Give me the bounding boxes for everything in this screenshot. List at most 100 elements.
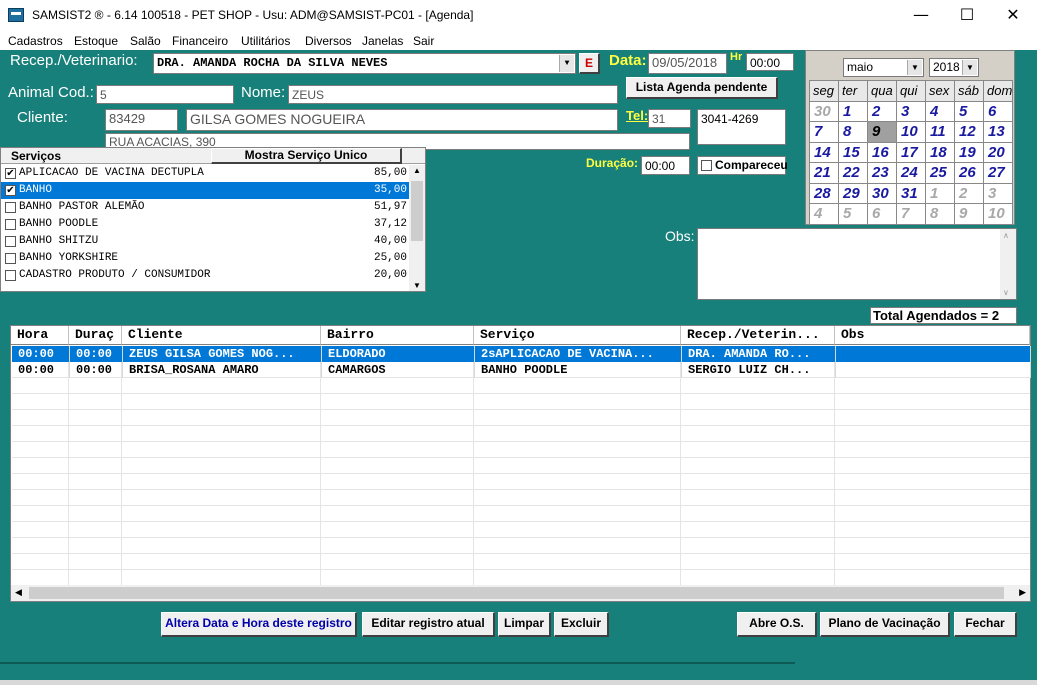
checkbox-icon[interactable] xyxy=(5,219,16,230)
checkbox-icon[interactable] xyxy=(5,270,16,281)
animal-code-field[interactable]: 5 xyxy=(96,85,234,104)
menu-utilitarios[interactable]: Utilitários xyxy=(241,34,290,48)
checkbox-icon[interactable] xyxy=(5,202,16,213)
plano-vacinacao-button[interactable]: Plano de Vacinação xyxy=(820,612,950,637)
minimize-button[interactable]: — xyxy=(898,0,944,31)
calendar-day[interactable]: 29 xyxy=(839,183,868,204)
duracao-field[interactable]: 00:00 xyxy=(641,156,690,175)
service-item[interactable]: BANHO PASTOR ALEMÃO 51,97 xyxy=(1,199,409,216)
col-header-obs[interactable]: Obs xyxy=(835,326,1030,345)
excluir-button[interactable]: Excluir xyxy=(554,612,609,637)
calendar-day[interactable]: 4 xyxy=(926,101,955,122)
menu-financeiro[interactable]: Financeiro xyxy=(172,34,228,48)
calendar-day[interactable]: 24 xyxy=(897,163,926,184)
menu-estoque[interactable]: Estoque xyxy=(74,34,118,48)
calendar-day[interactable]: 30 xyxy=(810,101,839,122)
calendar-day[interactable]: 2 xyxy=(955,183,984,204)
calendar-day[interactable]: 25 xyxy=(926,163,955,184)
calendar-day[interactable]: 23 xyxy=(868,163,897,184)
editar-registro-button[interactable]: Editar registro atual xyxy=(362,612,495,637)
obs-scrollbar[interactable]: ∧ ∨ xyxy=(1000,229,1016,299)
altera-data-button[interactable]: Altera Data e Hora deste registro xyxy=(161,612,357,637)
abre-os-button[interactable]: Abre O.S. xyxy=(737,612,817,637)
data-field[interactable]: 09/05/2018 xyxy=(648,53,727,74)
checkbox-icon[interactable] xyxy=(5,253,16,264)
checkbox-icon[interactable] xyxy=(5,236,16,247)
scroll-thumb[interactable] xyxy=(411,181,423,241)
calendar-day[interactable]: 6 xyxy=(984,101,1013,122)
calendar-day[interactable]: 18 xyxy=(926,142,955,163)
calendar-day[interactable]: 12 xyxy=(955,122,984,143)
mostra-servico-button[interactable]: Mostra Serviço Unico xyxy=(211,148,402,164)
calendar-day[interactable]: 8 xyxy=(839,122,868,143)
scroll-up-icon[interactable]: ∧ xyxy=(1003,231,1009,240)
col-header-recep[interactable]: Recep./Veterin... xyxy=(681,326,835,345)
calendar-day[interactable]: 5 xyxy=(955,101,984,122)
calendar-day[interactable]: 11 xyxy=(926,122,955,143)
cliente-code-field[interactable]: 83429 xyxy=(105,109,178,131)
calendar-day[interactable]: 7 xyxy=(897,204,926,225)
table-row[interactable]: 00:00 00:00 BRISA_ROSANA AMARO CAMARGOS BANH… xyxy=(12,362,1031,378)
calendar-day[interactable]: 27 xyxy=(984,163,1013,184)
scroll-up-icon[interactable]: ▲ xyxy=(413,166,421,175)
chevron-down-icon[interactable]: ▼ xyxy=(907,60,922,75)
month-select[interactable]: maio ▼ xyxy=(843,58,924,77)
calendar-day[interactable]: 28 xyxy=(810,183,839,204)
calendar-day[interactable]: 7 xyxy=(810,122,839,143)
calendar-day[interactable]: 19 xyxy=(955,142,984,163)
calendar-day[interactable]: 2 xyxy=(868,101,897,122)
service-item[interactable]: ✔ APLICACAO DE VACINA DECTUPLA 85,00 xyxy=(1,165,409,182)
scroll-right-icon[interactable]: ▶ xyxy=(1019,587,1026,598)
cliente-name-field[interactable]: GILSA GOMES NOGUEIRA xyxy=(186,109,618,131)
checkbox-checked-icon[interactable]: ✔ xyxy=(5,168,16,179)
calendar-day[interactable]: 4 xyxy=(810,204,839,225)
calendar-day[interactable]: 1 xyxy=(839,101,868,122)
col-header-cliente[interactable]: Cliente xyxy=(122,326,321,345)
calendar-day[interactable]: 15 xyxy=(839,142,868,163)
col-header-bairro[interactable]: Bairro xyxy=(321,326,474,345)
calendar-day[interactable]: 3 xyxy=(897,101,926,122)
maximize-button[interactable]: ☐ xyxy=(944,0,990,31)
col-header-hora[interactable]: Hora xyxy=(11,326,69,345)
col-header-duracao[interactable]: Duraç xyxy=(69,326,122,345)
chevron-down-icon[interactable]: ▼ xyxy=(559,55,574,72)
e-button[interactable]: E xyxy=(579,53,600,74)
compareceu-checkbox[interactable] xyxy=(701,160,712,171)
calendar-day[interactable]: 26 xyxy=(955,163,984,184)
scroll-down-icon[interactable]: ▼ xyxy=(413,281,421,290)
calendar-day[interactable]: 5 xyxy=(839,204,868,225)
chevron-down-icon[interactable]: ▼ xyxy=(962,60,977,75)
scroll-down-icon[interactable]: ∨ xyxy=(1003,288,1009,297)
compareceu-checkbox-container[interactable]: Compareceu xyxy=(697,156,788,175)
calendar-day[interactable]: 10 xyxy=(984,204,1013,225)
calendar-day[interactable]: 31 xyxy=(897,183,926,204)
service-item[interactable]: BANHO POODLE 37,12 xyxy=(1,216,409,233)
tel-number-field[interactable]: 3041-4269 xyxy=(697,109,786,145)
menu-janelas[interactable]: Janelas xyxy=(362,34,403,48)
calendar-day[interactable]: 21 xyxy=(810,163,839,184)
menu-salao[interactable]: Salão xyxy=(130,34,161,48)
nome-field[interactable]: ZEUS xyxy=(288,85,618,104)
service-item[interactable]: ✔ BANHO 35,00 xyxy=(1,182,409,199)
menu-cadastros[interactable]: Cadastros xyxy=(8,34,63,48)
calendar-day[interactable]: 8 xyxy=(926,204,955,225)
col-header-servico[interactable]: Serviço xyxy=(474,326,681,345)
recep-select[interactable]: DRA. AMANDA ROCHA DA SILVA NEVES ▼ xyxy=(153,53,576,74)
scroll-thumb[interactable] xyxy=(29,587,1004,599)
lista-agenda-button[interactable]: Lista Agenda pendente xyxy=(626,77,778,99)
hr-field[interactable]: 00:00 xyxy=(746,53,794,71)
calendar-day[interactable]: 16 xyxy=(868,142,897,163)
service-item[interactable]: BANHO SHITZU 40,00 xyxy=(1,233,409,250)
calendar-day[interactable]: 10 xyxy=(897,122,926,143)
calendar-day[interactable]: 30 xyxy=(868,183,897,204)
obs-textarea[interactable]: ∧ ∨ xyxy=(697,228,1017,300)
close-button[interactable]: ✕ xyxy=(990,0,1036,31)
service-item[interactable]: BANHO YORKSHIRE 25,00 xyxy=(1,250,409,267)
calendar-day[interactable]: 20 xyxy=(984,142,1013,163)
menu-diversos[interactable]: Diversos xyxy=(305,34,352,48)
menu-sair[interactable]: Sair xyxy=(413,34,434,48)
checkbox-checked-icon[interactable]: ✔ xyxy=(5,185,16,196)
calendar-day[interactable]: 17 xyxy=(897,142,926,163)
calendar-day[interactable]: 22 xyxy=(839,163,868,184)
calendar-day[interactable]: 1 xyxy=(926,183,955,204)
